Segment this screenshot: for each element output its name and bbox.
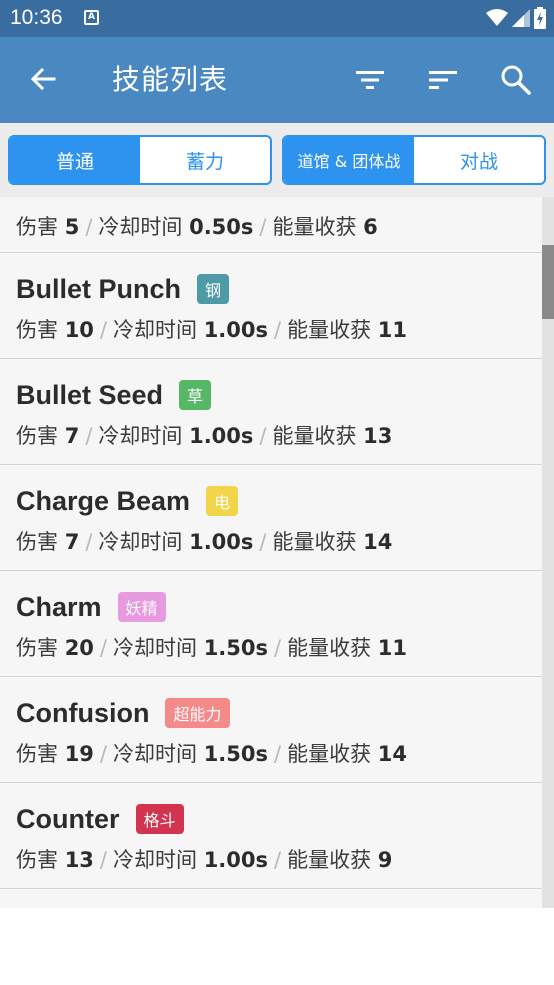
list-item[interactable]: Charm 妖精伤害 20/冷却时间 1.50s / 能量收获 11 <box>0 571 542 677</box>
type-badge: 钢 <box>197 274 230 304</box>
battery-icon <box>534 7 546 29</box>
filter-icon[interactable] <box>354 64 386 96</box>
list-item[interactable]: Confusion 超能力伤害 19/冷却时间 1.50s / 能量收获 14 <box>0 677 542 783</box>
move-stats: 伤害 13/冷却时间 1.00s / 能量收获 9 <box>16 848 393 872</box>
type-badge: 草 <box>179 380 212 410</box>
move-name: Counter <box>16 803 120 834</box>
move-name: Charm <box>16 591 102 622</box>
app-bar: 技能列表 <box>0 37 554 123</box>
move-stats: 伤害 10/冷却时间 1.00s / 能量收获 11 <box>16 318 407 342</box>
app-notification-icon: A <box>84 10 99 25</box>
move-name: Confusion <box>16 697 150 728</box>
tab-gym-raid[interactable]: 道馆 & 团体战 <box>284 137 414 183</box>
type-badge: 超能力 <box>165 698 230 728</box>
move-stats: 伤害 5/冷却时间 0.50s / 能量收获 6 <box>16 215 378 239</box>
move-name: Charge Beam <box>16 485 191 516</box>
move-name: Bullet Seed <box>16 379 164 410</box>
tab-fast-moves[interactable]: 普通 <box>10 137 140 183</box>
system-icons <box>486 7 546 29</box>
tab-charged-moves[interactable]: 蓄力 <box>140 137 270 183</box>
move-stats: 伤害 19/冷却时间 1.50s / 能量收获 14 <box>16 742 407 766</box>
move-name: Bullet Punch <box>16 273 182 304</box>
type-badge: 妖精 <box>117 592 166 622</box>
scrollbar-thumb[interactable] <box>542 245 554 319</box>
tab-pvp[interactable]: 对战 <box>414 137 544 183</box>
wifi-icon <box>486 9 508 26</box>
search-icon[interactable] <box>500 64 532 96</box>
move-name-line: Counter 格斗 <box>16 799 184 839</box>
move-category-toggle: 普通 蓄力 <box>8 135 272 185</box>
move-stats: 伤害 7/冷却时间 1.00s / 能量收获 14 <box>16 530 393 554</box>
move-list: 伤害 5/冷却时间 0.50s / 能量收获 6 Bullet Punch 钢伤害 1… <box>0 197 542 908</box>
type-badge: 格斗 <box>135 804 184 834</box>
type-badge: 电 <box>206 486 239 516</box>
signal-icon <box>512 9 530 27</box>
back-arrow-icon[interactable] <box>28 64 58 94</box>
move-stats: 伤害 7/冷却时间 1.00s / 能量收获 13 <box>16 424 393 448</box>
list-item[interactable]: Counter 格斗伤害 13/冷却时间 1.00s / 能量收获 9 <box>0 783 542 889</box>
scrollbar[interactable] <box>542 197 554 908</box>
list-item[interactable]: Bullet Punch 钢伤害 10/冷却时间 1.00s / 能量收获 11 <box>0 253 542 359</box>
status-time: 10:36 <box>10 6 63 29</box>
move-stats: 伤害 20/冷却时间 1.50s / 能量收获 11 <box>16 636 407 660</box>
toggle-bar: 普通 蓄力 道馆 & 团体战 对战 <box>0 123 554 197</box>
list-item[interactable]: Charge Beam 电伤害 7/冷却时间 1.00s / 能量收获 14 <box>0 465 542 571</box>
list-item[interactable]: Bullet Seed 草伤害 7/冷却时间 1.00s / 能量收获 13 <box>0 359 542 465</box>
sort-icon[interactable] <box>427 64 459 96</box>
list-item[interactable]: 伤害 5/冷却时间 0.50s / 能量收获 6 <box>0 197 542 253</box>
move-name-line: Confusion 超能力 <box>16 693 230 733</box>
page-title: 技能列表 <box>112 63 229 96</box>
battle-mode-toggle: 道馆 & 团体战 对战 <box>282 135 546 185</box>
move-name-line: Charm 妖精 <box>16 587 166 627</box>
move-name-line: Charge Beam 电 <box>16 481 239 521</box>
bottom-area <box>0 908 554 985</box>
move-name-line: Bullet Punch 钢 <box>16 269 230 309</box>
status-bar: 10:36 A <box>0 0 554 37</box>
move-name-line: Bullet Seed 草 <box>16 375 212 415</box>
